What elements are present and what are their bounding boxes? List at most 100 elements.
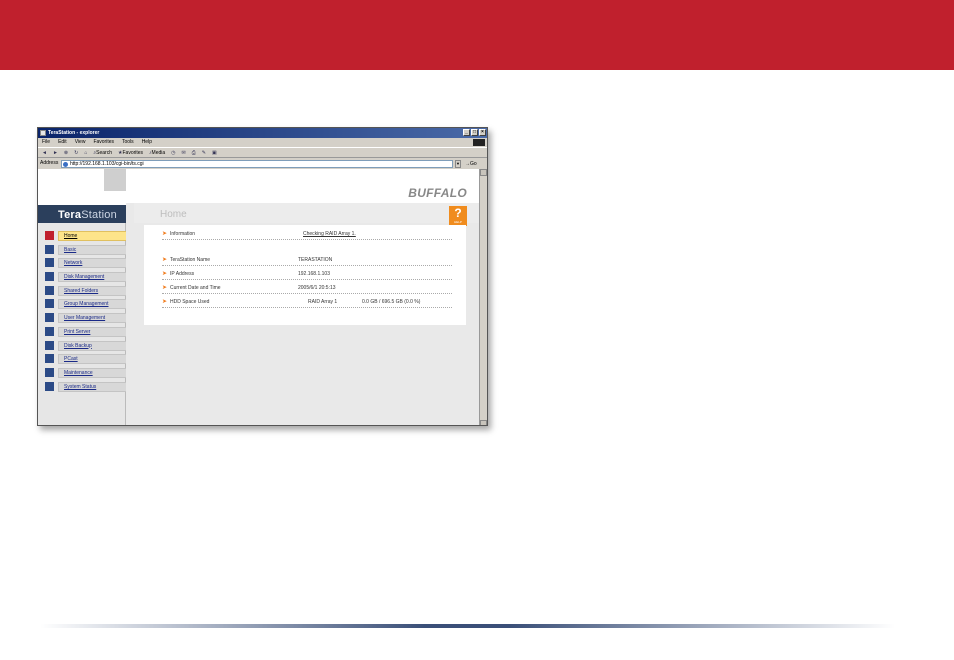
sidebar-item-label: Home	[58, 231, 127, 241]
menu-file[interactable]: File	[42, 138, 50, 147]
main-panel: BUFFALO Home ? HELP ➤ Information Checki…	[126, 169, 481, 425]
backup-icon	[45, 340, 54, 350]
arrow-bullet-icon: ➤	[162, 285, 168, 291]
menu-help[interactable]: Help	[142, 138, 152, 147]
window-title: TeraStation - explorer	[48, 130, 100, 136]
terastation-name-value: TERASTATION	[298, 257, 333, 263]
ip-address-label: IP Address	[170, 271, 195, 277]
sidebar-item-disk-management[interactable]: Disk Management	[43, 270, 127, 284]
network-icon	[45, 258, 54, 268]
datetime-label: Current Date and Time	[170, 285, 221, 291]
sidebar-item-network[interactable]: Network	[43, 256, 127, 270]
search-button[interactable]: ⌕Search	[93, 148, 112, 157]
sidebar-item-group-management[interactable]: Group Management	[43, 297, 127, 311]
home-icon[interactable]: ⌂	[84, 148, 87, 157]
sidebar-item-system-status[interactable]: System Status	[43, 380, 127, 394]
back-icon[interactable]: ◄	[42, 148, 47, 157]
forward-icon[interactable]: ►	[53, 148, 58, 157]
datetime-value: 2005/6/1 20:5:13	[298, 285, 336, 291]
edit-icon[interactable]: ✎	[202, 148, 206, 157]
printer-icon	[45, 326, 54, 336]
info-row-datetime: ➤ Current Date and Time 2005/6/1 20:5:13	[162, 282, 452, 294]
info-row-information: ➤ Information Checking RAID Array 1.	[162, 228, 452, 240]
scroll-up-icon[interactable]	[480, 169, 487, 176]
history-icon[interactable]: ◷	[171, 148, 175, 157]
mail-icon[interactable]: ✉	[182, 148, 186, 157]
sidebar-item-disk-backup[interactable]: Disk Backup	[43, 339, 127, 353]
page-icon	[63, 162, 68, 167]
window-titlebar[interactable]: TeraStation - explorer _ □ ×	[38, 128, 487, 138]
sidebar-item-home[interactable]: Home	[43, 229, 127, 243]
arrow-bullet-icon: ➤	[162, 257, 168, 263]
address-dropdown-icon[interactable]: ▼	[455, 160, 461, 168]
address-input[interactable]: http://192.168.1.103/cgi-bin/ts.cgi	[61, 160, 453, 168]
sidebar-item-pcast[interactable]: PCast	[43, 352, 127, 366]
user-icon	[45, 313, 54, 323]
menu-tools[interactable]: Tools	[122, 138, 134, 147]
top-red-banner	[0, 0, 954, 70]
sidebar-item-user-management[interactable]: User Management	[43, 311, 127, 325]
windows-logo-icon	[473, 139, 485, 146]
media-button[interactable]: ♪Media	[149, 148, 165, 157]
menu-favorites[interactable]: Favorites	[93, 138, 114, 147]
print-icon[interactable]: ⎙	[192, 148, 196, 157]
vertical-scrollbar[interactable]	[479, 169, 487, 425]
menu-bar: File Edit View Favorites Tools Help	[38, 138, 487, 147]
address-bar: Address http://192.168.1.103/cgi-bin/ts.…	[38, 158, 487, 169]
discuss-icon[interactable]: ▣	[212, 148, 217, 157]
sidebar-nav: Home Basic Network Disk Management Share…	[43, 229, 127, 394]
menu-edit[interactable]: Edit	[58, 138, 67, 147]
buffalo-logo: BUFFALO	[408, 186, 467, 200]
sidebar-item-shared-folders[interactable]: Shared Folders	[43, 284, 127, 298]
menu-view[interactable]: View	[75, 138, 86, 147]
sidebar-item-label: Print Server	[58, 326, 127, 337]
information-label: Information	[170, 231, 196, 237]
info-row-hdd: ➤ HDD Space Used RAID Array 1 0.0 GB / 6…	[162, 296, 452, 308]
home-icon	[45, 231, 54, 240]
sidebar-item-basic[interactable]: Basic	[43, 243, 127, 257]
sidebar-item-label: Disk Management	[58, 272, 127, 283]
sidebar-item-label: PCast	[58, 354, 127, 365]
sidebar: TeraStation Home Basic Network Disk Mana…	[38, 169, 127, 425]
sidebar-item-label: Disk Backup	[58, 340, 127, 351]
address-value: http://192.168.1.103/cgi-bin/ts.cgi	[70, 161, 144, 167]
page-viewport: TeraStation Home Basic Network Disk Mana…	[38, 169, 481, 425]
hdd-array-name: RAID Array 1	[308, 299, 338, 305]
bottom-divider	[40, 624, 895, 628]
refresh-icon[interactable]: ↻	[74, 148, 78, 157]
minimize-icon[interactable]: _	[463, 129, 470, 136]
hdd-space-value: 0.0 GB / 696.5 GB (0.0 %)	[362, 299, 421, 305]
sidebar-item-print-server[interactable]: Print Server	[43, 325, 127, 339]
maintenance-icon	[45, 367, 54, 377]
disk-icon	[45, 272, 54, 282]
sidebar-item-label: Maintenance	[58, 367, 127, 378]
arrow-bullet-icon: ➤	[162, 299, 168, 305]
stop-icon[interactable]: ⊗	[64, 148, 68, 157]
info-panel: ➤ Information Checking RAID Array 1. ➤ T…	[144, 225, 466, 325]
sidebar-item-label: System Status	[58, 381, 127, 392]
sidebar-item-label: Group Management	[58, 299, 127, 310]
sidebar-item-label: Shared Folders	[58, 285, 127, 296]
ip-address-value: 192.168.1.103	[298, 271, 330, 277]
help-button[interactable]: ? HELP	[449, 206, 467, 226]
scroll-down-icon[interactable]	[480, 420, 487, 425]
close-icon[interactable]: ×	[479, 129, 486, 136]
arrow-bullet-icon: ➤	[162, 231, 168, 237]
go-button[interactable]: →Go	[465, 160, 477, 168]
information-link[interactable]: Checking RAID Array 1.	[303, 228, 356, 240]
favorites-button[interactable]: ★Favorites	[118, 148, 143, 157]
folder-icon	[45, 285, 54, 295]
sidebar-item-label: Network	[58, 258, 127, 269]
hdd-space-label: HDD Space Used	[170, 299, 210, 305]
question-mark-icon: ?	[454, 206, 462, 220]
terastation-name-label: TeraStation Name	[170, 257, 211, 263]
pcast-icon	[45, 354, 54, 364]
info-row-ip: ➤ IP Address 192.168.1.103	[162, 268, 452, 280]
help-caption: HELP	[454, 220, 462, 224]
ie-app-icon	[40, 130, 46, 136]
status-icon	[45, 381, 54, 391]
sidebar-item-maintenance[interactable]: Maintenance	[43, 366, 127, 380]
maximize-icon[interactable]: □	[471, 129, 478, 136]
address-label: Address	[40, 160, 59, 166]
page-title: Home	[160, 209, 187, 220]
